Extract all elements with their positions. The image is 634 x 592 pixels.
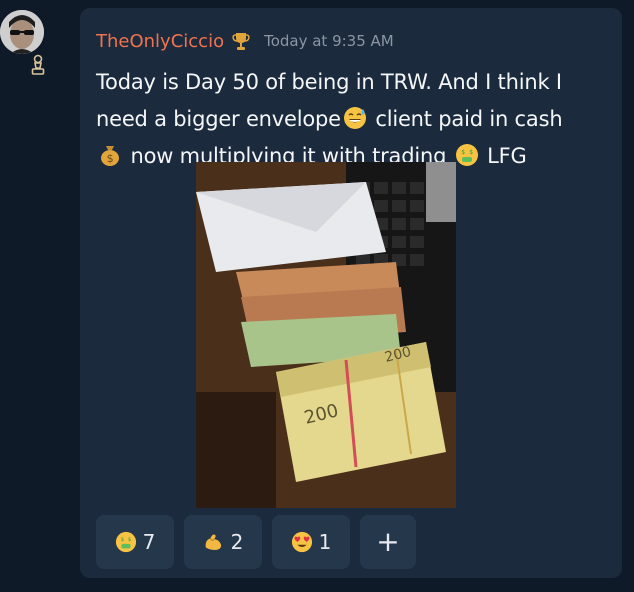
message-line-1: Today is Day 50 of being in TRW. And I t… [96,70,562,94]
message-line-2b: client paid in cash [368,107,563,131]
svg-text:$: $ [469,149,473,156]
plus-icon: + [376,525,400,558]
message-card: TheOnlyCiccio Today at 9:35 AM Today is … [80,8,622,578]
money-bag-emoji-icon: $ [98,143,122,167]
svg-text:$: $ [128,537,132,543]
timestamp: Today at 9:35 AM [264,32,394,50]
money-mouth-emoji-icon: $ $ [455,143,479,167]
message-image[interactable]: 200 200 [196,162,456,508]
reaction-heart-eyes[interactable]: 1 [272,515,350,569]
reaction-count: 7 [142,530,156,554]
svg-text:$: $ [461,149,465,156]
message-header: TheOnlyCiccio Today at 9:35 AM [96,26,394,56]
svg-text:$: $ [120,537,124,543]
heart-eyes-emoji-icon [291,531,313,553]
money-mouth-emoji-icon: $ $ [115,531,137,553]
avatar-image[interactable] [0,10,44,54]
reactions-bar: $ $ 7 2 1 + [96,515,416,569]
message-line-3b: LFG [480,144,527,168]
chat-view: TheOnlyCiccio Today at 9:35 AM Today is … [0,0,634,592]
reaction-money-mouth[interactable]: $ $ 7 [96,515,174,569]
user-avatar[interactable] [0,10,46,75]
reaction-count: 2 [230,530,244,554]
svg-text:$: $ [107,152,114,165]
flexed-biceps-emoji-icon [203,531,225,553]
reaction-flexed-biceps[interactable]: 2 [184,515,262,569]
message-line-2a: need a bigger envelope [96,107,341,131]
sweat-smile-emoji-icon [343,106,367,130]
message-text: Today is Day 50 of being in TRW. And I t… [96,64,616,175]
reaction-count: 1 [318,530,332,554]
add-reaction-button[interactable]: + [360,515,416,569]
chess-pawn-icon [30,54,46,76]
trophy-icon [232,31,250,51]
username[interactable]: TheOnlyCiccio [96,31,224,52]
